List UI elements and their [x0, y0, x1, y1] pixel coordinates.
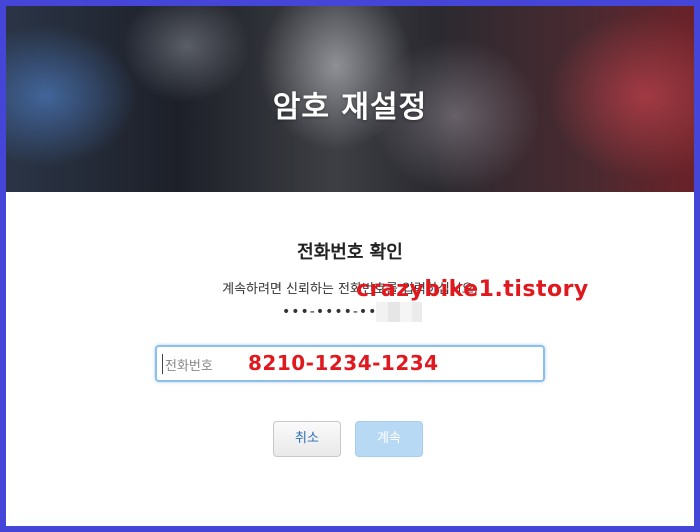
- text-caret: [162, 354, 163, 374]
- mosaic-blur: [376, 302, 422, 322]
- window-frame: 암호 재설정 전화번호 확인 계속하려면 신뢰하는 전화번호를 입력하십시오. …: [0, 0, 700, 532]
- phone-input-placeholder: 전화번호: [165, 359, 213, 374]
- instruction-text: 계속하려면 신뢰하는 전화번호를 입력하십시오.: [222, 282, 478, 297]
- masked-phone-number: •••-••••-••: [282, 304, 378, 320]
- continue-button[interactable]: 계속: [355, 421, 423, 457]
- page-title: 암호 재설정: [272, 90, 428, 125]
- watermark-text: crazybike1.tistory: [356, 277, 589, 302]
- section-title: 전화번호 확인: [297, 242, 403, 263]
- cancel-button[interactable]: 취소: [273, 421, 341, 457]
- hero-banner: 암호 재설정: [6, 6, 694, 192]
- overlay-phone-number: 8210-1234-1234: [248, 351, 439, 375]
